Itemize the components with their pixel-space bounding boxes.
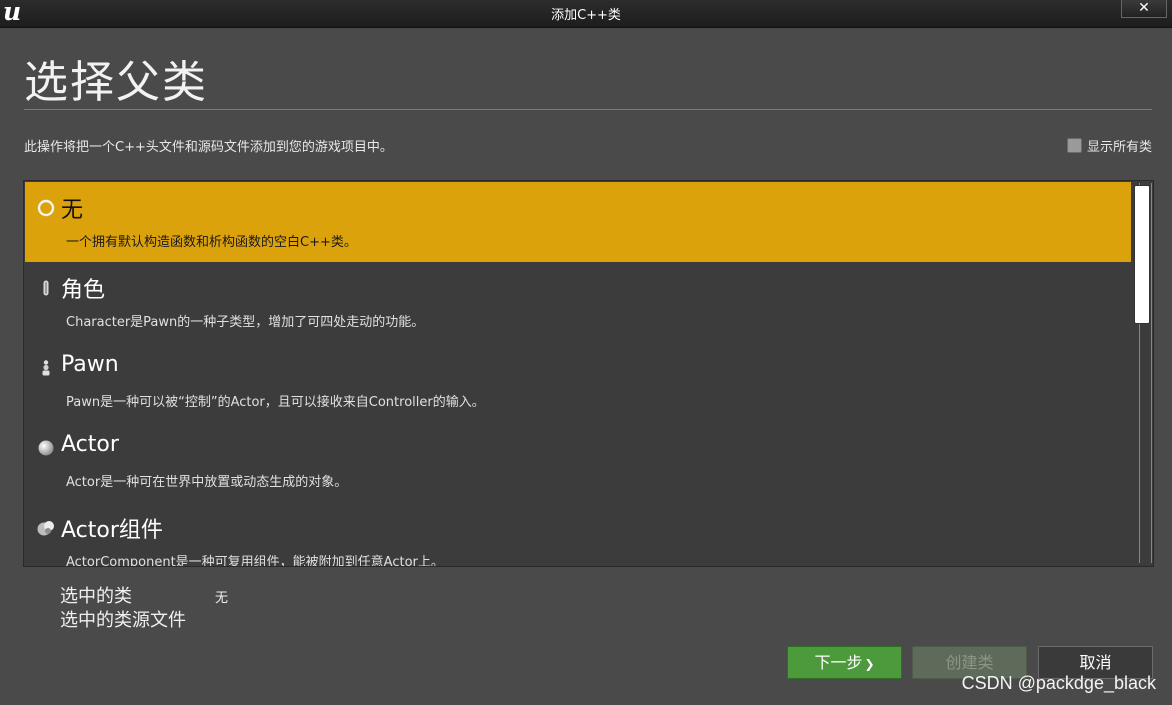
- selected-class-label: 选中的类: [60, 586, 132, 607]
- class-item-pawn[interactable]: Pawn Pawn是一种可以被“控制”的Actor，且可以接收来自Control…: [25, 342, 1131, 422]
- close-button[interactable]: ✕: [1121, 0, 1167, 18]
- pawn-icon: [42, 360, 50, 376]
- window-title: 添加C++类: [551, 8, 621, 23]
- component-icon: [37, 521, 54, 536]
- class-item-character[interactable]: 角色 Character是Pawn的一种子类型，增加了可四处走动的功能。: [25, 262, 1131, 342]
- class-item-title: Pawn: [61, 352, 119, 377]
- selected-source-label: 选中的类源文件: [60, 610, 186, 631]
- watermark: CSDN @packdge_black: [961, 673, 1156, 693]
- show-all-label: 显示所有类: [1086, 140, 1152, 155]
- next-button-label: 下一步: [814, 653, 863, 672]
- class-item-title: Actor组件: [61, 518, 163, 543]
- class-item-description: Character是Pawn的一种子类型，增加了可四处走动的功能。: [66, 315, 425, 330]
- show-all-classes-toggle[interactable]: 显示所有类: [1066, 136, 1152, 155]
- class-item-title: Actor: [61, 432, 119, 457]
- class-item-description: Pawn是一种可以被“控制”的Actor，且可以接收来自Controller的输…: [66, 395, 485, 410]
- divider: [24, 109, 1152, 110]
- scrollbar-thumb[interactable]: [1134, 185, 1150, 324]
- class-item-description: ActorComponent是一种可复用组件，能被附加到任意Actor上。: [66, 555, 444, 567]
- next-button[interactable]: 下一步 ❯: [787, 646, 902, 679]
- chevron-right-icon: ❯: [864, 657, 875, 671]
- page-description: 此操作将把一个C++头文件和源码文件添加到您的游戏项目中。: [24, 140, 393, 155]
- class-item-none[interactable]: 无 一个拥有默认构造函数和析构函数的空白C++类。: [25, 182, 1131, 262]
- class-item-title: 角色: [61, 278, 106, 303]
- parent-class-list[interactable]: 无 一个拥有默认构造函数和析构函数的空白C++类。 角色 Character是P…: [23, 180, 1154, 567]
- selected-class-value: 无: [215, 591, 229, 606]
- title-bar: u 添加C++类 ✕: [0, 0, 1172, 28]
- class-item-actor-component[interactable]: Actor组件 ActorComponent是一种可复用组件，能被附加到任意Ac…: [25, 502, 1131, 567]
- radio-ring-icon: [37, 199, 55, 217]
- character-icon: [43, 280, 49, 296]
- page-title: 选择父类: [24, 57, 208, 108]
- class-item-description: 一个拥有默认构造函数和析构函数的空白C++类。: [66, 235, 357, 250]
- show-all-checkbox[interactable]: [1066, 138, 1082, 153]
- class-item-title: 无: [61, 198, 84, 223]
- actor-sphere-icon: [38, 440, 54, 456]
- class-item-actor[interactable]: Actor Actor是一种可在世界中放置或动态生成的对象。: [25, 422, 1131, 502]
- class-item-description: Actor是一种可在世界中放置或动态生成的对象。: [66, 475, 348, 490]
